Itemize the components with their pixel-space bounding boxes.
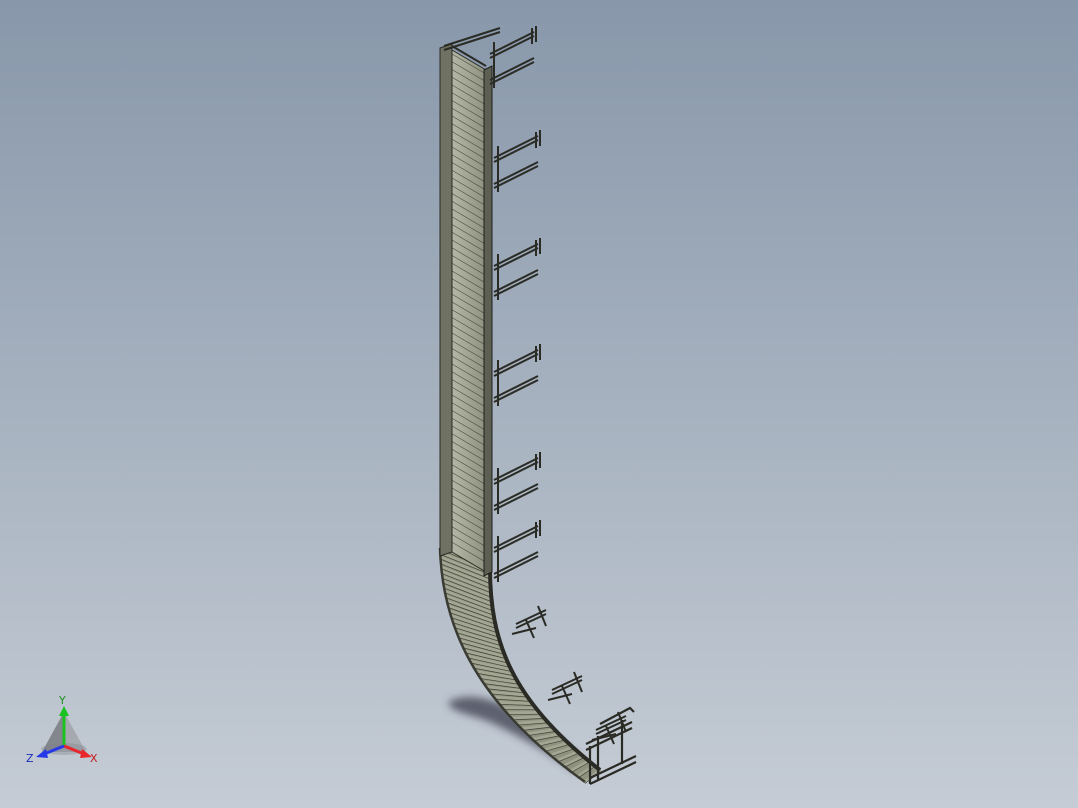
curved-roller (511, 715, 544, 720)
straight-rail-inner (483, 65, 493, 577)
curved-roller-edge (506, 713, 540, 716)
curved-support-stand (511, 605, 547, 639)
curved-support-stand (547, 671, 583, 705)
roller-conveyor-model[interactable] (0, 0, 1078, 808)
support-stand (493, 520, 541, 582)
straight-side-plate (439, 43, 453, 557)
graphics-viewport[interactable]: Y X Z (0, 0, 1078, 808)
curved-roller (498, 701, 533, 706)
triad-x-label: X (90, 752, 98, 765)
curved-roller (506, 711, 540, 715)
support-stands (489, 26, 627, 745)
curved-bed-outer (439, 547, 601, 783)
support-stand (493, 344, 541, 406)
coordinate-triad[interactable]: Y X Z (24, 694, 104, 768)
support-stand (493, 238, 541, 300)
support-stand (493, 130, 541, 192)
triad-z-label: Z (26, 752, 34, 765)
support-stand (489, 26, 537, 88)
support-stand (493, 452, 541, 514)
triad-y-label: Y (58, 694, 66, 707)
